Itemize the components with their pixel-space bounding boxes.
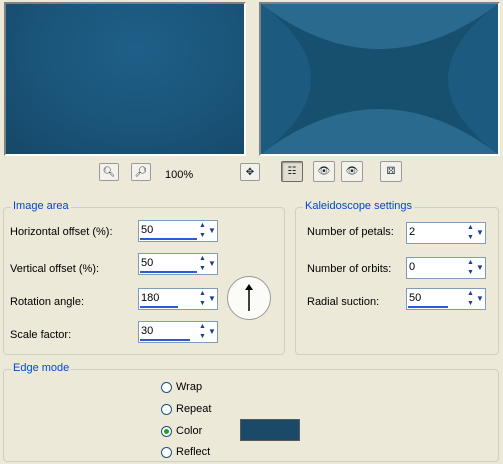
zoom-level: 100% [165, 169, 194, 181]
chevron-down-icon[interactable]: ▼ [475, 223, 485, 243]
radial-suction-input[interactable] [409, 291, 459, 305]
kaleidoscope-settings-group: Kaleidoscope settings Number of petals: … [295, 200, 499, 355]
spin-up-icon[interactable]: ▲ [198, 289, 207, 299]
edge-mode-reflect-option[interactable]: Reflect [161, 444, 210, 460]
number-of-orbits-input[interactable] [409, 260, 459, 274]
edge-mode-reflect-label: Reflect [176, 446, 211, 458]
chevron-down-icon[interactable]: ▼ [475, 258, 485, 278]
vertical-offset-fill [140, 271, 197, 273]
spin-down-icon[interactable]: ▼ [198, 231, 207, 241]
reset-button[interactable]: 👁︎ [313, 161, 335, 182]
chevron-down-icon[interactable]: ▼ [207, 221, 217, 241]
rotation-dial[interactable] [226, 275, 272, 321]
rotation-dial-icon [227, 276, 271, 320]
spin-down-icon[interactable]: ▼ [198, 299, 207, 309]
edge-mode-wrap-label: Wrap [176, 381, 203, 393]
spin-down-icon[interactable]: ▼ [466, 268, 475, 278]
spin-up-icon[interactable]: ▲ [198, 322, 207, 332]
edge-mode-color-option[interactable]: Color [161, 423, 202, 439]
radio-button-repeat[interactable] [161, 403, 172, 415]
preview-after[interactable] [259, 2, 500, 156]
radial-suction-label: Radial suction: [307, 296, 380, 308]
edge-mode-wrap-option[interactable]: Wrap [161, 379, 202, 395]
image-area-group: Image area Horizontal offset (%): ▲ ▼ ▼ … [3, 200, 285, 355]
zoom-in-button[interactable]: 🔎︎ [131, 163, 151, 181]
reset-eye-icon: 👁︎ [317, 166, 331, 177]
number-of-orbits-spinner[interactable]: ▲ ▼ ▼ [406, 257, 486, 279]
dice-icon: ⚄ [386, 166, 396, 177]
rotation-angle-label: Rotation angle: [10, 296, 84, 308]
magnifier-plus-icon: 🔎︎ [134, 166, 148, 178]
move-button[interactable]: ✥ [240, 163, 260, 181]
kaleidoscope-pattern [261, 4, 498, 154]
edge-mode-color-label: Color [176, 425, 203, 437]
horizontal-offset-spinner[interactable]: ▲ ▼ ▼ [138, 220, 218, 242]
vertical-offset-input[interactable] [141, 256, 191, 270]
chevron-down-icon[interactable]: ▼ [207, 289, 217, 309]
proof-button[interactable]: ☷ [281, 161, 303, 182]
eye-preview-icon: 👁︎ [345, 166, 359, 177]
magnifier-minus-icon: 🔍︎ [102, 166, 116, 178]
number-of-orbits-label: Number of orbits: [307, 263, 392, 275]
chevron-down-icon[interactable]: ▼ [207, 254, 217, 274]
radio-button-color[interactable] [161, 425, 172, 437]
kaleidoscope-settings-title: Kaleidoscope settings [303, 200, 415, 212]
spin-up-icon[interactable]: ▲ [198, 221, 207, 231]
spin-down-icon[interactable]: ▼ [198, 332, 207, 342]
radio-button-reflect[interactable] [161, 446, 172, 458]
zoom-out-button[interactable]: 🔍︎ [99, 163, 119, 181]
spin-up-icon[interactable]: ▲ [198, 254, 207, 264]
scale-factor-input[interactable] [141, 324, 191, 338]
edge-mode-repeat-label: Repeat [176, 403, 212, 415]
spin-down-icon[interactable]: ▼ [466, 233, 475, 243]
vertical-offset-spinner[interactable]: ▲ ▼ ▼ [138, 253, 218, 275]
preview-before[interactable] [4, 2, 246, 156]
spin-up-icon[interactable]: ▲ [466, 223, 475, 233]
image-area-title: Image area [11, 200, 71, 212]
randomize-button[interactable]: ⚄ [380, 161, 402, 182]
edge-mode-title: Edge mode [11, 362, 72, 374]
edge-color-swatch[interactable] [240, 419, 300, 441]
number-of-petals-spinner[interactable]: ▲ ▼ ▼ [406, 222, 486, 244]
scale-factor-label: Scale factor: [10, 329, 72, 341]
edge-mode-repeat-option[interactable]: Repeat [161, 401, 211, 417]
proof-preview-icon: ☷ [287, 166, 297, 177]
preview-toggle-button[interactable]: 👁︎ [341, 161, 363, 182]
scale-factor-spinner[interactable]: ▲ ▼ ▼ [138, 321, 218, 343]
spin-up-icon[interactable]: ▲ [466, 258, 475, 268]
horizontal-offset-label: Horizontal offset (%): [10, 226, 113, 238]
edge-mode-group: Edge mode [3, 362, 499, 462]
spin-down-icon[interactable]: ▼ [466, 299, 475, 309]
four-arrows-move-icon: ✥ [245, 166, 255, 178]
horizontal-offset-input[interactable] [141, 223, 191, 237]
rotation-angle-spinner[interactable]: ▲ ▼ ▼ [138, 288, 218, 310]
chevron-down-icon[interactable]: ▼ [207, 322, 217, 342]
scale-factor-fill [140, 339, 190, 341]
radial-suction-spinner[interactable]: ▲ ▼ ▼ [406, 288, 486, 310]
spin-down-icon[interactable]: ▼ [198, 264, 207, 274]
spin-up-icon[interactable]: ▲ [466, 289, 475, 299]
number-of-petals-input[interactable] [409, 225, 459, 239]
radio-button-wrap[interactable] [161, 381, 172, 393]
number-of-petals-label: Number of petals: [307, 226, 394, 238]
rotation-angle-input[interactable] [141, 291, 191, 305]
radial-suction-fill [408, 306, 448, 308]
vertical-offset-label: Vertical offset (%): [10, 263, 100, 275]
rotation-angle-fill [140, 306, 178, 308]
horizontal-offset-fill [140, 238, 197, 240]
chevron-down-icon[interactable]: ▼ [475, 289, 485, 309]
